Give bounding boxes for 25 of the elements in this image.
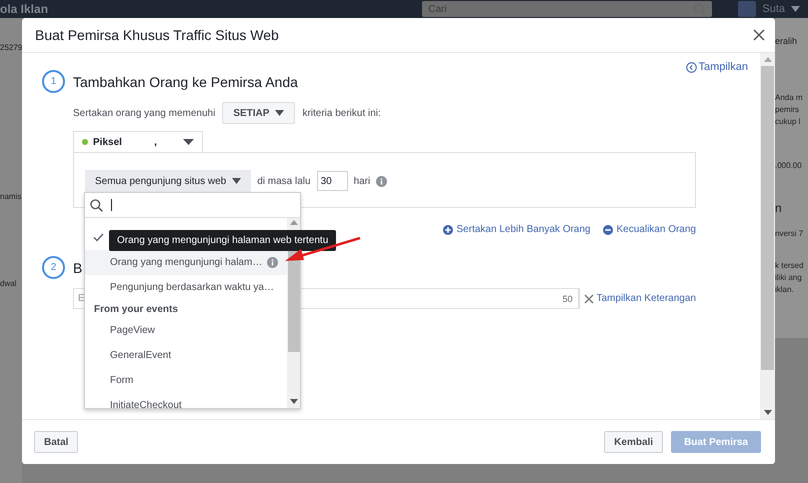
background-text: iliki ang — [775, 272, 803, 284]
step-number: 1 — [42, 70, 65, 93]
dialog-title: Buat Pemirsa Khusus Traffic Situs Web — [35, 27, 279, 43]
background-text: pemirs — [775, 104, 800, 116]
criteria-label: kriteria berikut ini: — [302, 108, 381, 118]
background-text: nversi 7 — [775, 228, 804, 240]
background-text: dwal — [0, 279, 18, 288]
step-number: 2 — [42, 256, 65, 279]
background-text: namis — [0, 192, 22, 201]
background-text: n — [775, 202, 783, 214]
period-label: di masa lalu — [257, 176, 311, 186]
background-text: cukup l — [775, 116, 802, 128]
background-text: .000.00 — [775, 160, 803, 172]
step-title: Tambahkan Orang ke Pemirsa Anda — [73, 74, 298, 90]
app-title: ola Iklan — [0, 2, 50, 16]
character-count: 50 — [556, 289, 580, 308]
background-text: k tersed — [775, 260, 804, 272]
days-unit: hari — [354, 176, 370, 186]
background-text: eralih — [775, 35, 798, 47]
criteria-label: Sertakan orang yang memenuhi — [73, 108, 216, 118]
step-title: B — [73, 260, 82, 276]
background-text: iklan. — [775, 284, 795, 296]
tooltip: Orang yang mengunjungi halaman web tertentu — [109, 230, 336, 251]
background-text: 25279 — [0, 43, 22, 52]
background-text: Anda m — [775, 92, 804, 104]
